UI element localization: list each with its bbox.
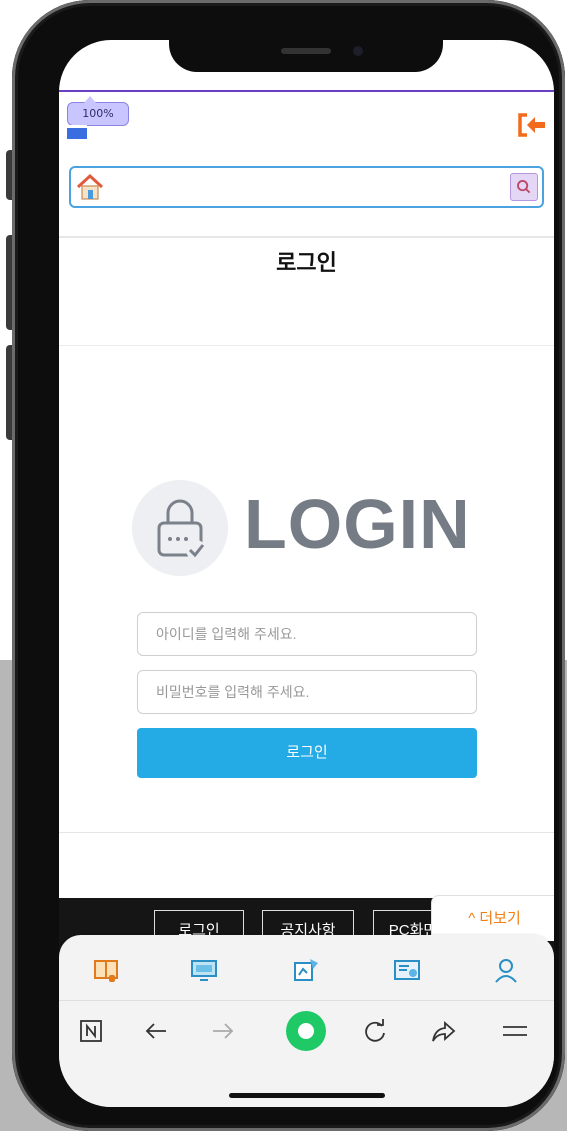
naver-icon[interactable] bbox=[76, 1015, 108, 1047]
divider bbox=[59, 236, 554, 238]
zoom-indicator bbox=[67, 125, 87, 139]
login-logo-text: LOGIN bbox=[244, 485, 471, 563]
password-input[interactable]: 비밀번호를 입력해 주세요. bbox=[137, 670, 477, 714]
share-icon[interactable] bbox=[427, 1015, 459, 1047]
notch bbox=[169, 40, 443, 72]
camera bbox=[353, 46, 363, 56]
page-title: 로그인 bbox=[276, 250, 337, 275]
menu-icon[interactable] bbox=[499, 1015, 531, 1047]
lock-badge bbox=[132, 480, 228, 576]
phone-screen: 100% 로그인 LOGIN 아이디를 입력해 주세요. 비밀번호를 입력해 주… bbox=[59, 40, 554, 1107]
address-bar[interactable] bbox=[69, 166, 544, 208]
divider bbox=[59, 1000, 554, 1001]
monitor-icon[interactable] bbox=[189, 955, 219, 985]
forward-icon[interactable] bbox=[207, 1015, 239, 1047]
top-accent-bar bbox=[59, 90, 554, 92]
logout-icon[interactable] bbox=[517, 112, 547, 138]
puzzle-icon[interactable] bbox=[291, 955, 321, 985]
speaker bbox=[281, 48, 331, 54]
reload-icon[interactable] bbox=[359, 1015, 391, 1047]
certificate-icon[interactable] bbox=[392, 955, 422, 985]
zoom-badge[interactable]: 100% bbox=[67, 96, 129, 126]
lock-icon bbox=[157, 499, 206, 560]
phone-frame: 100% 로그인 LOGIN 아이디를 입력해 주세요. 비밀번호를 입력해 주… bbox=[12, 0, 565, 1131]
divider bbox=[59, 832, 554, 833]
user-icon[interactable] bbox=[491, 955, 521, 985]
divider bbox=[59, 345, 554, 346]
home-indicator bbox=[229, 1093, 385, 1098]
search-icon[interactable] bbox=[510, 173, 538, 201]
id-input[interactable]: 아이디를 입력해 주세요. bbox=[137, 612, 477, 656]
green-dot-icon[interactable] bbox=[283, 1008, 329, 1054]
login-button[interactable]: 로그인 bbox=[137, 728, 477, 778]
book-icon[interactable] bbox=[91, 955, 121, 985]
back-icon[interactable] bbox=[140, 1015, 172, 1047]
home-icon[interactable] bbox=[75, 172, 105, 202]
